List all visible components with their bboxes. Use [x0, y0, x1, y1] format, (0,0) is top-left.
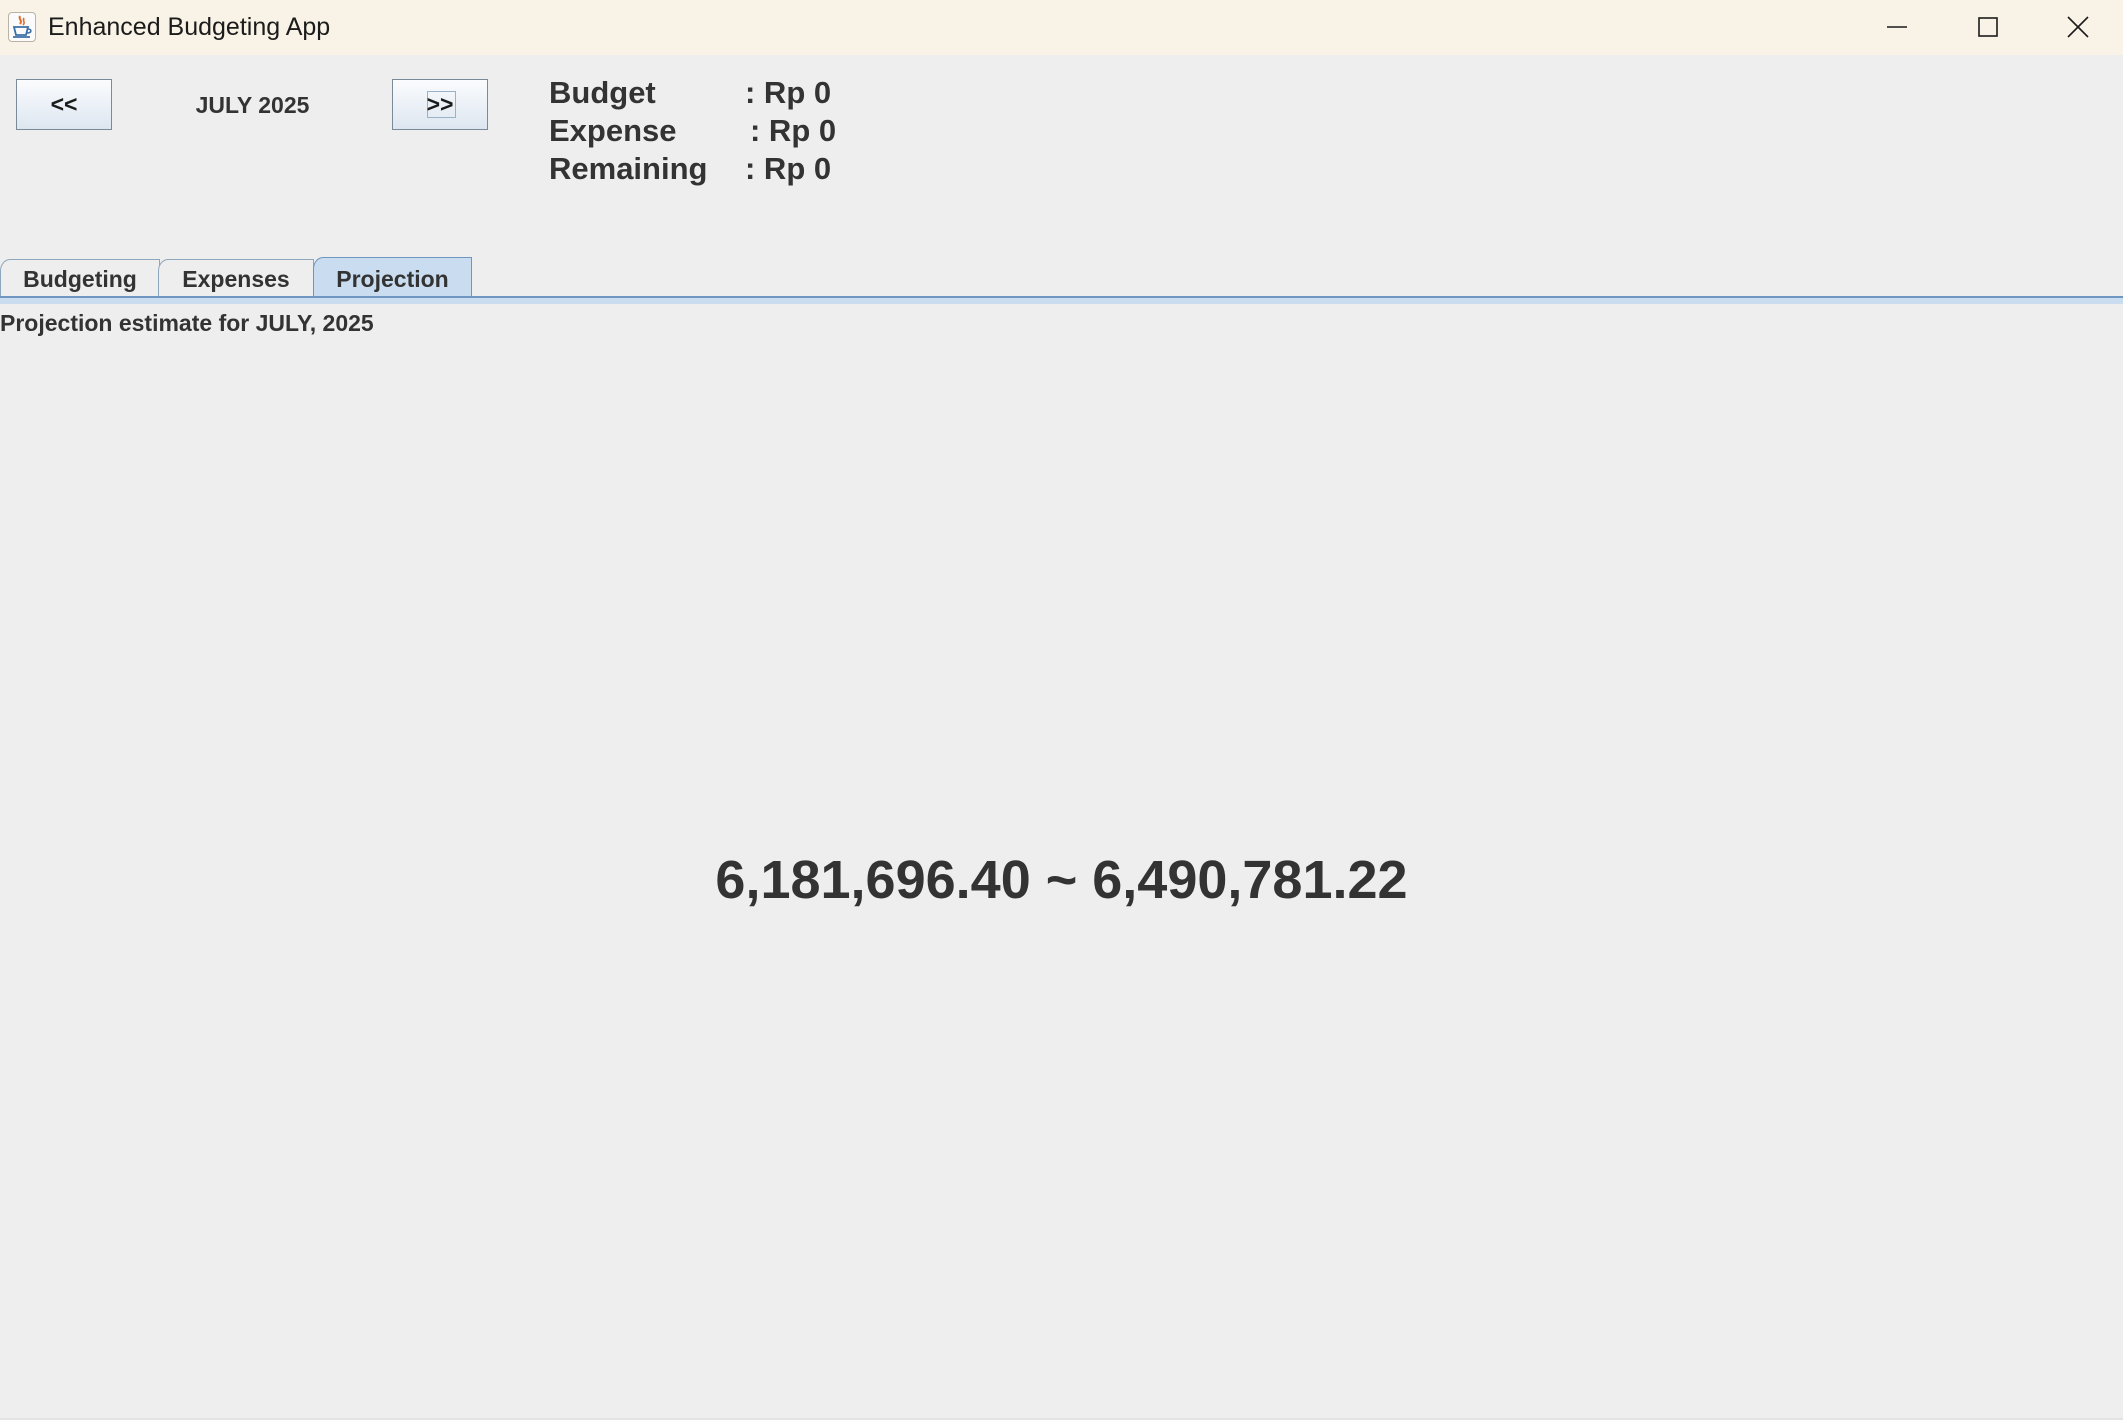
remaining-value: : Rp 0 [745, 151, 832, 186]
expense-label: Expense [549, 113, 677, 148]
expense-value: : Rp 0 [750, 113, 837, 148]
next-month-button[interactable]: >> [392, 79, 488, 130]
previous-month-button[interactable]: << [16, 79, 112, 130]
budget-value: : Rp 0 [745, 75, 832, 110]
remaining-label: Remaining [549, 151, 708, 186]
budget-label: Budget [549, 75, 656, 110]
java-cup-icon [8, 12, 36, 42]
maximize-icon [1978, 17, 1998, 37]
minimize-button[interactable] [1852, 0, 1942, 55]
tab-projection[interactable]: Projection [313, 257, 472, 298]
close-icon [2067, 16, 2089, 38]
projection-heading: Projection estimate for JULY, 2025 [0, 310, 374, 336]
current-month-label: JULY 2025 [195, 92, 310, 118]
projection-range-value: 6,181,696.40 ~ 6,490,781.22 [715, 850, 1408, 910]
window-title: Enhanced Budgeting App [48, 13, 331, 41]
next-month-label: >> [426, 91, 454, 117]
tab-expenses[interactable]: Expenses [158, 259, 314, 297]
tab-content-border [0, 298, 2123, 304]
maximize-button[interactable] [1943, 0, 2033, 55]
tab-budgeting[interactable]: Budgeting [0, 259, 160, 297]
title-bar: Enhanced Budgeting App [0, 0, 2123, 55]
app-window: Enhanced Budgeting App << JULY 2025 >> B… [0, 0, 2123, 1420]
close-button[interactable] [2033, 0, 2123, 55]
minimize-icon [1887, 26, 1907, 28]
